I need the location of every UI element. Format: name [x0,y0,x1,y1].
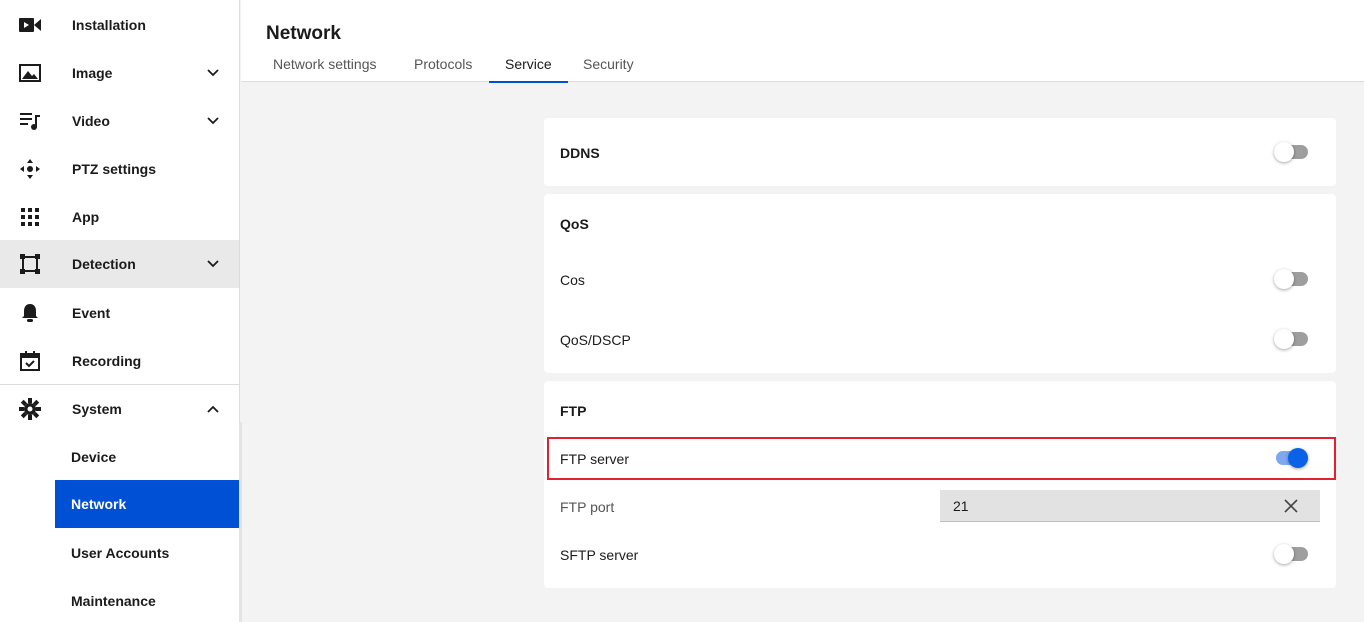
sftp-server-label: SFTP server [560,547,639,563]
sftp-server-toggle[interactable] [1274,544,1308,564]
qos-card: QoS Cos QoS/DSCP [544,194,1336,373]
image-icon [19,62,41,84]
video-camera-icon [19,14,41,36]
grid-apps-icon [19,206,41,228]
qos-dscp-toggle[interactable] [1274,329,1308,349]
chevron-down-icon [207,260,219,268]
sidebar-item-system[interactable]: System [0,385,239,433]
sidebar-item-image[interactable]: Image [0,49,239,97]
tab-protocols[interactable]: Protocols [398,46,488,82]
tab-security[interactable]: Security [567,46,650,82]
sidebar-subitem-label: Network [71,496,127,512]
sidebar-subitem-label: Maintenance [71,593,156,609]
bounding-box-icon [19,253,41,275]
ftp-title: FTP [560,403,587,419]
gear-icon [19,398,41,420]
chevron-down-icon [207,69,219,77]
chevron-down-icon [207,117,219,125]
sidebar-item-label: App [72,209,100,225]
cos-label: Cos [560,272,585,288]
page-title: Network [266,23,341,44]
sidebar-item-label: Detection [72,256,136,272]
sidebar-item-event[interactable]: Event [0,289,239,337]
sidebar-item-label: System [72,401,122,417]
sidebar-subitem-device[interactable]: Device [55,433,239,481]
sidebar-item-ptz-settings[interactable]: PTZ settings [0,145,239,193]
sidebar-subitem-user-accounts[interactable]: User Accounts [55,529,239,577]
tab-service[interactable]: Service [489,46,568,83]
cos-toggle[interactable] [1274,269,1308,289]
sidebar-subitem-label: User Accounts [71,545,170,561]
sidebar-item-installation[interactable]: Installation [0,1,239,49]
sidebar-subitem-network[interactable]: Network [55,480,239,528]
close-icon[interactable] [1283,498,1299,514]
ddns-label: DDNS [560,145,600,161]
sidebar-subitem-label: Device [71,449,117,465]
sidebar-scrollbar[interactable] [239,422,242,622]
tab-network-settings[interactable]: Network settings [257,46,392,82]
sidebar-item-label: Video [72,113,110,129]
ptz-move-icon [19,158,41,180]
sidebar-item-recording[interactable]: Recording [0,337,239,385]
sidebar-item-label: Installation [72,17,146,33]
ftp-card: FTP FTP server FTP port SFTP server [544,381,1336,588]
ftp-server-toggle[interactable] [1274,448,1308,468]
sidebar-item-detection[interactable]: Detection [0,240,239,288]
ftp-port-label: FTP port [560,499,615,515]
ftp-server-label: FTP server [560,451,629,467]
ddns-card: DDNS [544,118,1336,186]
ddns-toggle[interactable] [1274,142,1308,162]
sidebar-item-app[interactable]: App [0,193,239,241]
sidebar-item-label: Event [72,305,111,321]
ftp-port-input[interactable] [940,490,1270,521]
qos-title: QoS [560,216,589,232]
sidebar-subitem-maintenance[interactable]: Maintenance [55,577,239,622]
sidebar-item-label: PTZ settings [72,161,157,177]
playlist-music-icon [19,110,41,132]
ftp-port-field [940,490,1320,522]
chevron-up-icon [207,405,219,413]
sidebar: Installation Image Video PTZ settings Ap… [0,0,240,622]
page-header: Network Network settings Protocols Servi… [241,0,1364,83]
sidebar-item-label: Image [72,65,113,81]
sidebar-item-label: Recording [72,353,142,369]
sidebar-item-video[interactable]: Video [0,97,239,145]
calendar-check-icon [19,350,41,372]
bell-icon [19,302,41,324]
qos-dscp-label: QoS/DSCP [560,332,631,348]
